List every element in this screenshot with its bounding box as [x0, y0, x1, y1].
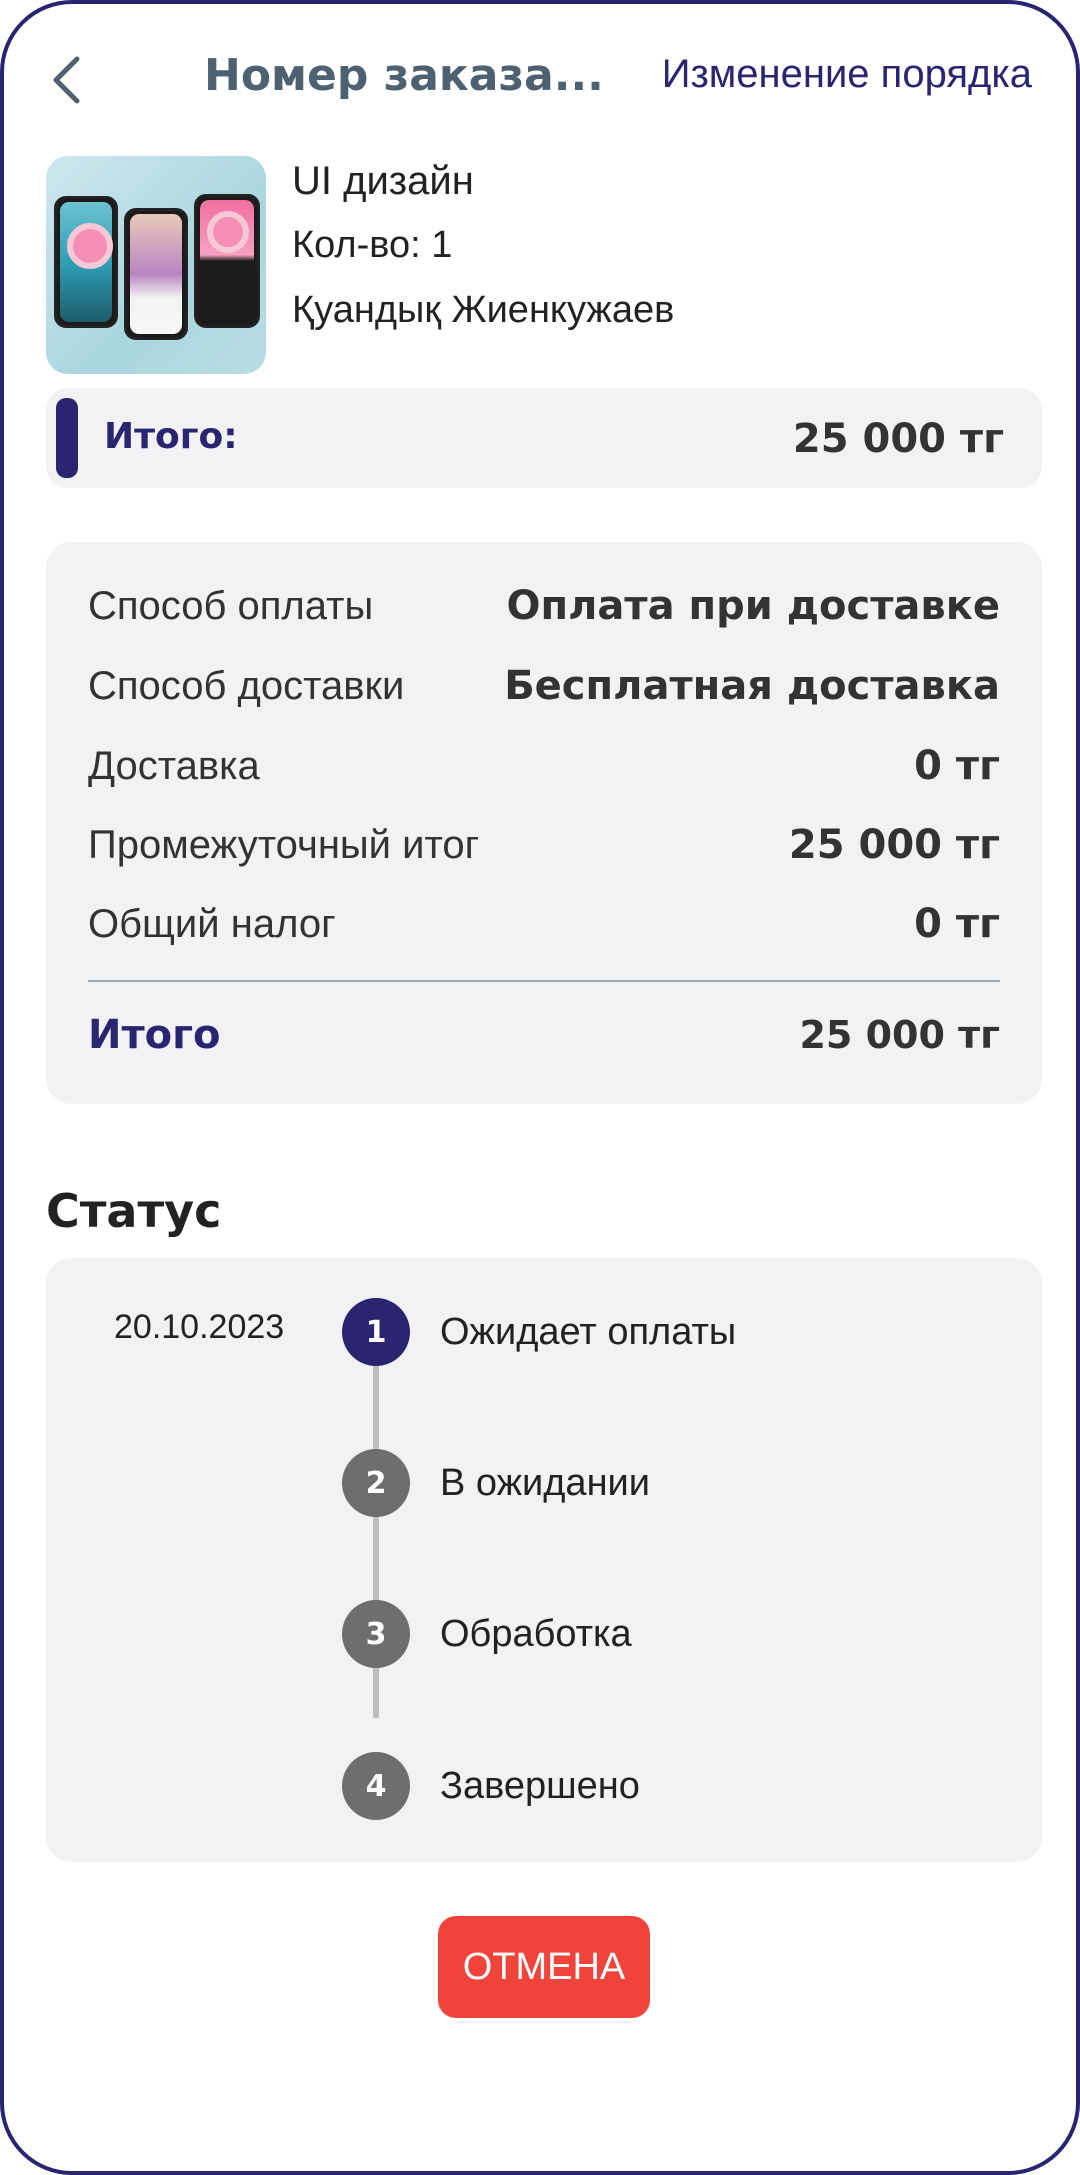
page-title: Номер заказа...: [204, 50, 604, 101]
product-quantity: Кол-во: 1: [292, 224, 453, 266]
screen-frame: Номер заказа... Изменение порядка UI диз…: [0, 0, 1080, 2175]
step-label: В ожидании: [440, 1461, 651, 1504]
summary-label: Промежуточный итог: [88, 822, 480, 867]
summary-row-subtotal: Промежуточный итог 25 000 тг: [88, 815, 1000, 875]
product-seller: Қуандық Жиенкужаев: [292, 289, 675, 331]
summary-value: Бесплатная доставка: [504, 663, 1000, 709]
step-number: 3: [342, 1600, 410, 1668]
step-label: Завершено: [440, 1764, 640, 1807]
summary-value: 0 тг: [914, 743, 1000, 789]
summary-label: Способ доставки: [88, 663, 405, 708]
step-label: Ожидает оплаты: [440, 1310, 737, 1353]
product-name: UI дизайн: [292, 159, 474, 203]
summary-row-delivery: Доставка 0 тг: [88, 736, 1000, 796]
cancel-button[interactable]: ОТМЕНА: [438, 1916, 650, 2018]
total-bar: Итого: 25 000 тг: [46, 388, 1042, 488]
change-order-link[interactable]: Изменение порядка: [662, 52, 1032, 97]
grand-total-label: Итого: [88, 1012, 221, 1058]
summary-row-delivery-method: Способ доставки Бесплатная доставка: [88, 656, 1000, 716]
status-step: 1 Ожидает оплаты: [342, 1298, 782, 1366]
summary-value: 0 тг: [914, 901, 1000, 947]
order-summary-card: Способ оплаты Оплата при доставке Способ…: [46, 542, 1042, 1104]
status-heading: Статус: [46, 1184, 222, 1238]
status-step: 4 Завершено: [342, 1752, 782, 1820]
step-label: Обработка: [440, 1612, 632, 1655]
summary-label: Общий налог: [88, 901, 336, 946]
summary-divider: [88, 980, 1000, 982]
summary-label: Доставка: [88, 743, 260, 788]
summary-row-tax: Общий налог 0 тг: [88, 894, 1000, 954]
grand-total-value: 25 000 тг: [799, 1013, 1000, 1057]
summary-row-grand-total: Итого 25 000 тг: [88, 1005, 1000, 1065]
summary-value: Оплата при доставке: [506, 583, 1000, 629]
summary-value: 25 000 тг: [788, 822, 1000, 868]
step-number: 1: [342, 1298, 410, 1366]
status-date: 20.10.2023: [114, 1308, 285, 1346]
step-number: 4: [342, 1752, 410, 1820]
total-label: Итого:: [104, 416, 238, 457]
total-accent-marker: [56, 398, 78, 478]
product-image: [46, 156, 266, 374]
status-card: 20.10.2023 1 Ожидает оплаты 2 В ожидании…: [46, 1258, 1042, 1862]
chevron-left-icon: [53, 56, 80, 104]
summary-label: Способ оплаты: [88, 583, 374, 628]
total-value: 25 000 тг: [792, 416, 1004, 462]
status-step: 2 В ожидании: [342, 1449, 782, 1517]
step-number: 2: [342, 1449, 410, 1517]
summary-row-payment: Способ оплаты Оплата при доставке: [88, 576, 1000, 636]
status-step: 3 Обработка: [342, 1600, 782, 1668]
back-button[interactable]: [44, 52, 88, 108]
